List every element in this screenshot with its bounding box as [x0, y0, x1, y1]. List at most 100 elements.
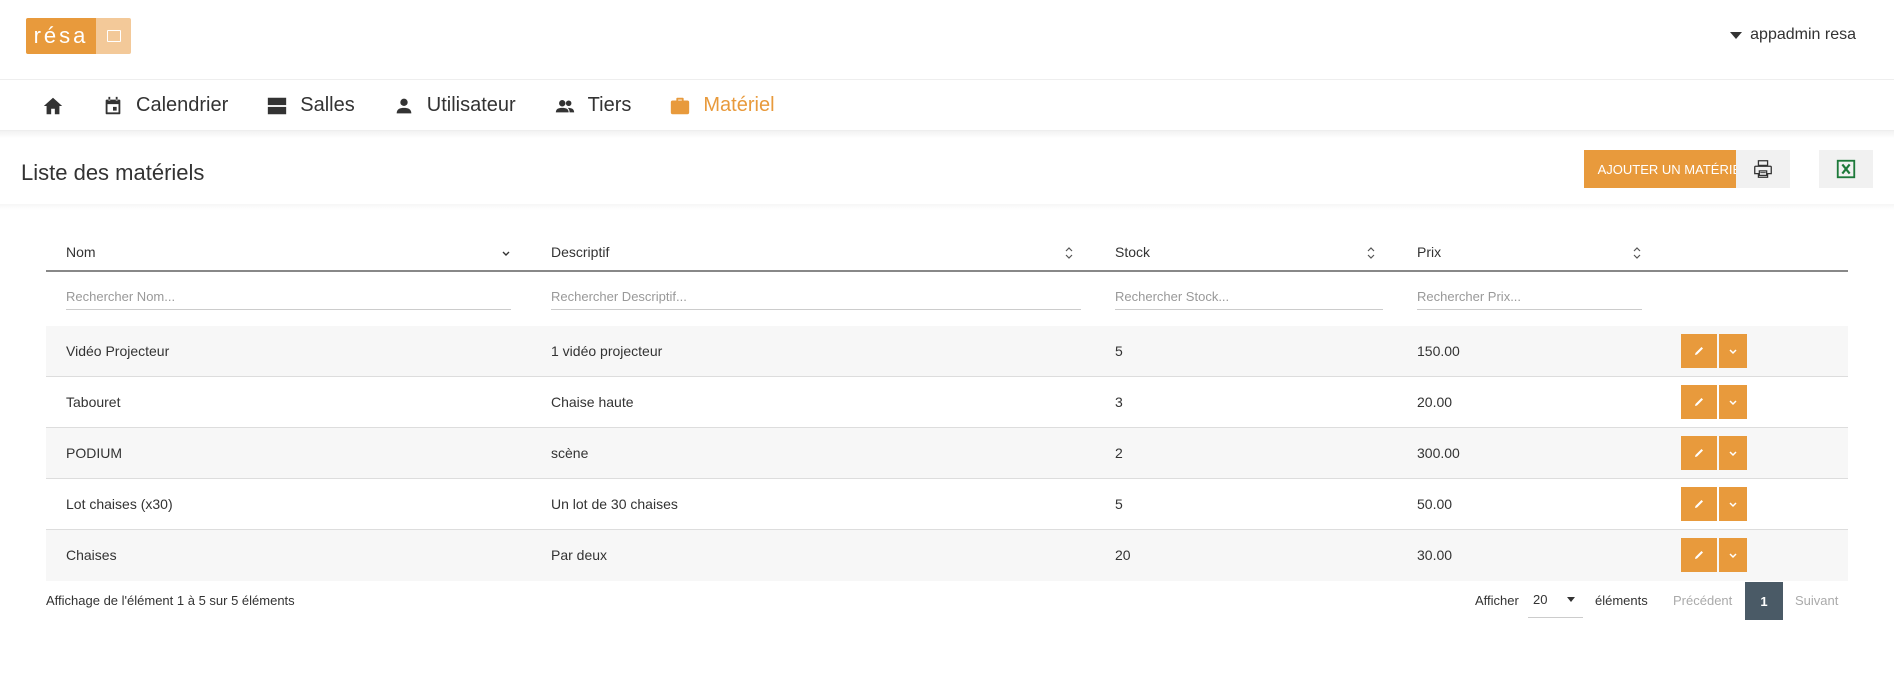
search-descriptif-input[interactable]	[551, 284, 1081, 310]
cell-nom: Chaises	[66, 547, 117, 563]
table-footer: Affichage de l'élément 1 à 5 sur 5 éléme…	[0, 582, 1894, 620]
pencil-icon	[1695, 398, 1703, 406]
cell-prix: 30.00	[1417, 547, 1453, 563]
row-actions	[1681, 538, 1747, 572]
caret-down-icon	[1730, 31, 1743, 39]
user-name: appadmin resa	[1750, 26, 1856, 43]
group-icon	[555, 99, 574, 112]
logo-calendar-icon	[96, 18, 131, 54]
chevron-down-icon	[1729, 349, 1737, 355]
table-row: Lot chaises (x30) Un lot de 30 chaises 5…	[46, 479, 1848, 530]
sort-icon[interactable]	[1632, 246, 1642, 260]
nav-label-materiel: Matériel	[703, 94, 775, 116]
search-nom-input[interactable]	[66, 284, 511, 310]
cell-nom: Tabouret	[66, 394, 121, 410]
chevron-down-icon	[1729, 451, 1737, 457]
nav-item-salles[interactable]: Salles	[266, 94, 355, 117]
sort-icon[interactable]	[1064, 246, 1074, 260]
nav-item-calendrier[interactable]: Calendrier	[102, 94, 228, 117]
printer-icon	[1754, 160, 1772, 178]
search-prix-input[interactable]	[1417, 284, 1642, 310]
edit-button[interactable]	[1681, 334, 1717, 368]
search-row	[46, 272, 1848, 326]
nav-label-salles: Salles	[300, 94, 355, 116]
more-actions-button[interactable]	[1719, 538, 1747, 572]
column-header-descriptif[interactable]: Descriptif	[551, 244, 609, 260]
table-info: Affichage de l'élément 1 à 5 sur 5 éléme…	[46, 593, 295, 608]
cell-stock: 3	[1115, 394, 1123, 410]
column-header-prix[interactable]: Prix	[1417, 244, 1441, 260]
edit-button[interactable]	[1681, 385, 1717, 419]
cell-stock: 5	[1115, 496, 1123, 512]
row-actions	[1681, 436, 1747, 470]
row-actions	[1681, 385, 1747, 419]
previous-page-button[interactable]: Précédent	[1673, 593, 1732, 608]
nav-item-materiel[interactable]: Matériel	[669, 94, 775, 117]
excel-icon	[1836, 159, 1856, 179]
nav-label-tiers: Tiers	[587, 94, 632, 116]
more-actions-button[interactable]	[1719, 334, 1747, 368]
page-size-label: Afficher	[1475, 593, 1519, 608]
nav-item-home[interactable]	[42, 95, 64, 117]
edit-button[interactable]	[1681, 436, 1717, 470]
page-size-value: 20	[1533, 592, 1548, 607]
nav-item-utilisateur[interactable]: Utilisateur	[393, 94, 516, 117]
more-actions-button[interactable]	[1719, 436, 1747, 470]
cell-stock: 2	[1115, 445, 1123, 461]
more-actions-button[interactable]	[1719, 487, 1747, 521]
page-1-button[interactable]: 1	[1745, 582, 1783, 620]
table-row: Tabouret Chaise haute 3 20.00	[46, 377, 1848, 428]
table-row: Chaises Par deux 20 30.00	[46, 530, 1848, 581]
next-page-button[interactable]: Suivant	[1795, 593, 1838, 608]
column-header-nom[interactable]: Nom	[66, 244, 96, 260]
cell-nom: Vidéo Projecteur	[66, 343, 170, 359]
table-row: Vidéo Projecteur 1 vidéo projecteur 5 15…	[46, 326, 1848, 377]
cell-nom: Lot chaises (x30)	[66, 496, 173, 512]
edit-button[interactable]	[1681, 538, 1717, 572]
resa-logo[interactable]: résa	[26, 18, 131, 54]
cell-stock: 5	[1115, 343, 1123, 359]
materiel-table: Nom Descriptif Stock Prix Vidéo Projecte…	[46, 230, 1848, 581]
user-menu[interactable]: appadmin resa	[1730, 26, 1856, 44]
search-stock-input[interactable]	[1115, 284, 1383, 310]
sort-icon[interactable]	[1366, 246, 1376, 260]
caret-down-icon	[1567, 597, 1575, 602]
pencil-icon	[1695, 500, 1703, 508]
row-actions	[1681, 334, 1747, 368]
chevron-down-icon	[1729, 502, 1737, 508]
main-nav: Calendrier Salles Utilisateur Tiers Maté…	[0, 81, 1894, 131]
row-actions	[1681, 487, 1747, 521]
export-excel-button[interactable]	[1819, 150, 1873, 188]
nav-item-tiers[interactable]: Tiers	[554, 94, 632, 117]
title-divider	[0, 204, 1894, 210]
page-title: Liste des matériels	[21, 160, 205, 185]
app-header: résa appadmin resa	[0, 0, 1894, 80]
rooms-icon	[268, 97, 287, 114]
briefcase-icon	[671, 97, 690, 114]
chevron-down-icon	[1729, 400, 1737, 406]
print-button[interactable]	[1736, 150, 1790, 188]
sort-desc-icon[interactable]	[501, 246, 511, 260]
page-size-suffix: éléments	[1595, 593, 1648, 608]
cell-nom: PODIUM	[66, 445, 122, 461]
cell-prix: 300.00	[1417, 445, 1460, 461]
cell-descriptif: Chaise haute	[551, 394, 634, 410]
nav-label-utilisateur: Utilisateur	[426, 94, 516, 116]
cell-descriptif: scène	[551, 445, 589, 461]
nav-label-calendrier: Calendrier	[136, 94, 229, 116]
pencil-icon	[1695, 449, 1703, 457]
cell-prix: 50.00	[1417, 496, 1453, 512]
table-header: Nom Descriptif Stock Prix	[46, 230, 1848, 272]
cell-stock: 20	[1115, 547, 1131, 563]
title-bar: Liste des matériels AJOUTER UN MATÉRIEL	[0, 138, 1894, 204]
more-actions-button[interactable]	[1719, 385, 1747, 419]
column-header-stock[interactable]: Stock	[1115, 244, 1150, 260]
pencil-icon	[1695, 347, 1703, 355]
user-icon	[396, 98, 412, 113]
logo-text: résa	[26, 18, 96, 54]
page-size-select[interactable]: 20	[1528, 582, 1583, 618]
cell-descriptif: 1 vidéo projecteur	[551, 343, 663, 359]
edit-button[interactable]	[1681, 487, 1717, 521]
home-icon	[43, 97, 63, 114]
table-row: PODIUM scène 2 300.00	[46, 428, 1848, 479]
